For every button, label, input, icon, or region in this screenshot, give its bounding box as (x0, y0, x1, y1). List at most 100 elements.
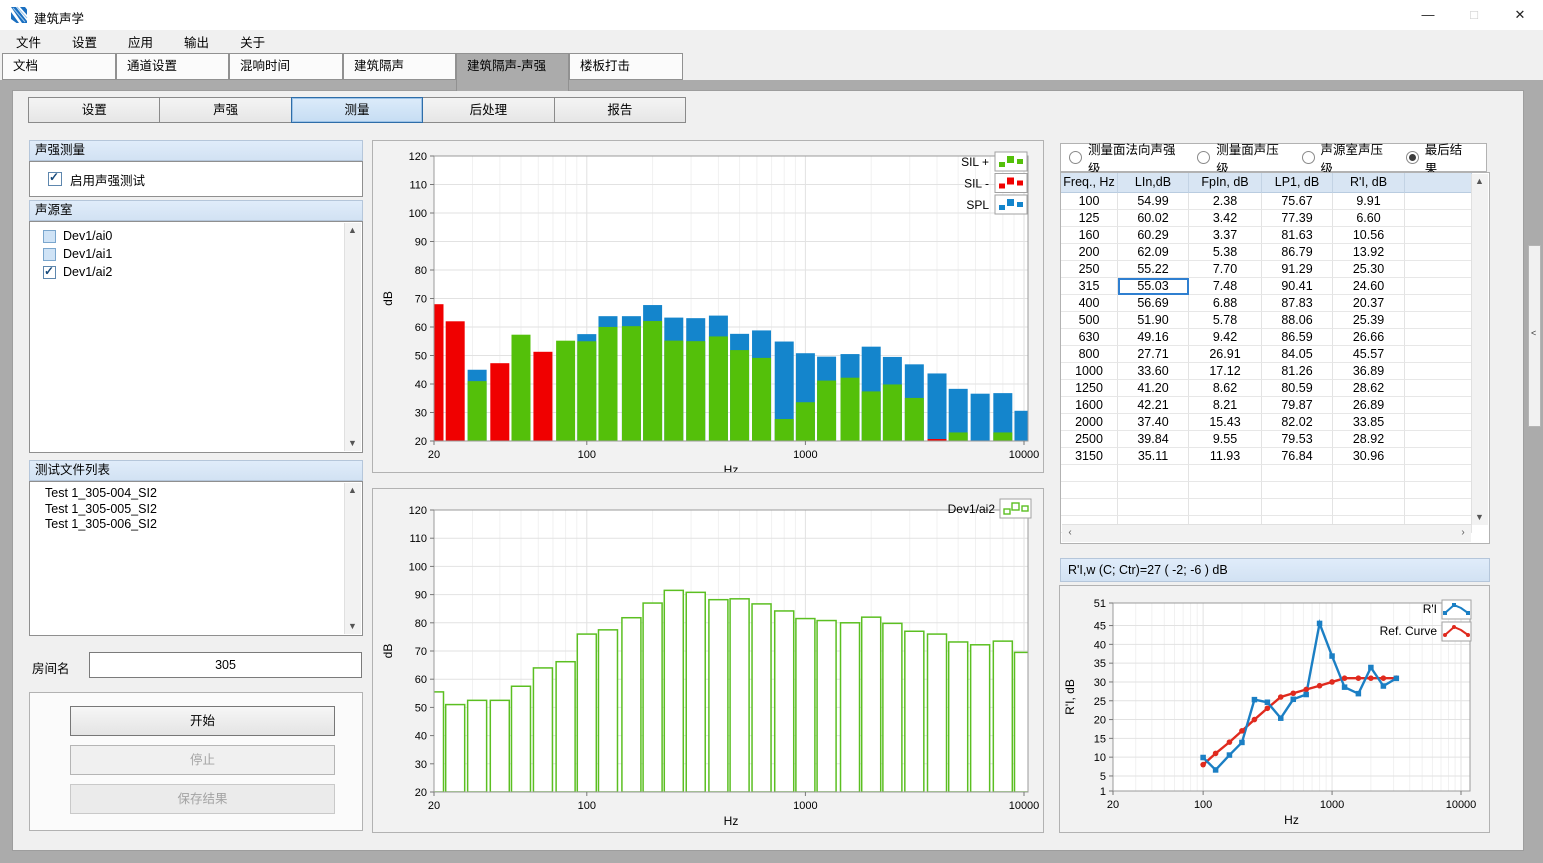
table-cell[interactable] (1405, 193, 1472, 210)
table-cell[interactable] (1189, 499, 1262, 516)
menu-item-1[interactable]: 设置 (68, 30, 101, 53)
table-cell[interactable]: 2500 (1061, 431, 1118, 448)
table-cell[interactable] (1405, 295, 1472, 312)
start-button[interactable]: 开始 (70, 706, 335, 736)
table-cell[interactable]: 51.90 (1118, 312, 1189, 329)
radio-circle[interactable] (1197, 151, 1210, 164)
table-cell[interactable] (1405, 346, 1472, 363)
table-cell[interactable] (1405, 312, 1472, 329)
table-cell[interactable]: 55.22 (1118, 261, 1189, 278)
table-cell[interactable]: 76.84 (1262, 448, 1333, 465)
table-cell[interactable]: 36.89 (1333, 363, 1405, 380)
table-cell[interactable]: 42.21 (1118, 397, 1189, 414)
table-cell[interactable]: 60.02 (1118, 210, 1189, 227)
table-hscrollbar[interactable]: ‹ › (1062, 524, 1471, 542)
collapse-panel-button[interactable]: < (1528, 245, 1541, 427)
table-cell[interactable]: 6.88 (1189, 295, 1262, 312)
table-cell[interactable]: 6.60 (1333, 210, 1405, 227)
table-cell[interactable]: 35.11 (1118, 448, 1189, 465)
table-cell[interactable] (1405, 363, 1472, 380)
table-cell[interactable]: 20.37 (1333, 295, 1405, 312)
table-cell[interactable] (1262, 499, 1333, 516)
table-cell[interactable]: 17.12 (1189, 363, 1262, 380)
table-cell[interactable]: 41.20 (1118, 380, 1189, 397)
minimize-button[interactable]: — (1405, 0, 1451, 30)
table-cell[interactable]: 5.78 (1189, 312, 1262, 329)
table-cell[interactable] (1405, 227, 1472, 244)
scroll-down-icon[interactable]: ▼ (345, 619, 360, 634)
table-cell[interactable] (1333, 465, 1405, 482)
table-cell[interactable]: 200 (1061, 244, 1118, 261)
table-cell[interactable]: 81.63 (1262, 227, 1333, 244)
table-cell[interactable]: 7.48 (1189, 278, 1262, 295)
scroll-up-icon[interactable]: ▲ (345, 483, 360, 498)
table-cell[interactable]: 100 (1061, 193, 1118, 210)
table-cell[interactable]: 56.69 (1118, 295, 1189, 312)
table-cell[interactable]: 500 (1061, 312, 1118, 329)
table-cell[interactable] (1405, 329, 1472, 346)
table-cell[interactable]: 80.59 (1262, 380, 1333, 397)
sil-spectrum-chart[interactable]: 203040506070809010011012020100100010000H… (373, 141, 1043, 472)
table-cell[interactable]: 75.67 (1262, 193, 1333, 210)
table-cell[interactable] (1189, 465, 1262, 482)
table-cell[interactable] (1061, 499, 1118, 516)
source-room-item-0[interactable]: Dev1/ai0 (30, 227, 362, 245)
source-spl-chart[interactable]: 203040506070809010011012020100100010000H… (373, 489, 1043, 832)
table-cell[interactable]: 3.42 (1189, 210, 1262, 227)
table-cell[interactable]: 25.39 (1333, 312, 1405, 329)
table-cell[interactable]: 2.38 (1189, 193, 1262, 210)
table-cell[interactable]: 33.85 (1333, 414, 1405, 431)
table-cell[interactable]: 13.92 (1333, 244, 1405, 261)
table-cell[interactable] (1061, 465, 1118, 482)
menu-item-0[interactable]: 文件 (12, 30, 45, 53)
table-cell[interactable]: 87.83 (1262, 295, 1333, 312)
table-cell[interactable] (1405, 431, 1472, 448)
table-cell[interactable]: 28.92 (1333, 431, 1405, 448)
room-name-input[interactable] (89, 652, 362, 678)
scroll-up-icon[interactable]: ▲ (1472, 174, 1487, 189)
table-cell[interactable]: 1600 (1061, 397, 1118, 414)
main-tab-1[interactable]: 通道设置 (116, 53, 229, 80)
sub-tab-3[interactable]: 后处理 (422, 97, 554, 123)
radio-circle[interactable] (1302, 151, 1315, 164)
table-cell[interactable] (1405, 261, 1472, 278)
table-cell[interactable] (1333, 482, 1405, 499)
table-cell[interactable] (1405, 499, 1472, 516)
table-cell[interactable]: 3.37 (1189, 227, 1262, 244)
main-tab-2[interactable]: 混响时间 (229, 53, 343, 80)
radio-circle[interactable] (1406, 151, 1419, 164)
table-cell[interactable]: 90.41 (1262, 278, 1333, 295)
menu-item-4[interactable]: 关于 (236, 30, 269, 53)
channel-checkbox[interactable] (43, 248, 56, 261)
table-cell[interactable]: 5.38 (1189, 244, 1262, 261)
table-cell[interactable]: 26.89 (1333, 397, 1405, 414)
radio-2[interactable]: 声源室声压级 (1302, 139, 1392, 177)
table-cell[interactable]: 800 (1061, 346, 1118, 363)
table-cell[interactable]: 7.70 (1189, 261, 1262, 278)
table-cell[interactable]: 86.59 (1262, 329, 1333, 346)
table-cell[interactable]: 79.87 (1262, 397, 1333, 414)
table-cell[interactable] (1405, 465, 1472, 482)
table-cell[interactable]: 88.06 (1262, 312, 1333, 329)
table-cell[interactable] (1118, 465, 1189, 482)
table-vscrollbar[interactable]: ▲ ▼ (1471, 174, 1488, 525)
close-button[interactable]: ✕ (1497, 0, 1543, 30)
table-cell[interactable] (1405, 380, 1472, 397)
table-cell[interactable]: 45.57 (1333, 346, 1405, 363)
table-cell[interactable] (1405, 414, 1472, 431)
table-cell[interactable] (1405, 278, 1472, 295)
menu-item-3[interactable]: 输出 (180, 30, 213, 53)
table-cell[interactable]: 86.79 (1262, 244, 1333, 261)
table-cell[interactable] (1405, 210, 1472, 227)
table-cell[interactable]: 49.16 (1118, 329, 1189, 346)
table-cell[interactable] (1405, 448, 1472, 465)
table-cell[interactable]: 8.62 (1189, 380, 1262, 397)
sub-tab-1[interactable]: 声强 (159, 97, 291, 123)
table-cell[interactable]: 60.29 (1118, 227, 1189, 244)
scroll-left-icon[interactable]: ‹ (1062, 525, 1078, 541)
table-cell[interactable]: 11.93 (1189, 448, 1262, 465)
channel-checkbox[interactable] (43, 230, 56, 243)
sub-tab-0[interactable]: 设置 (28, 97, 160, 123)
save-results-button[interactable]: 保存结果 (70, 784, 335, 814)
test-file-item-2[interactable]: Test 1_305-006_SI2 (30, 517, 362, 533)
